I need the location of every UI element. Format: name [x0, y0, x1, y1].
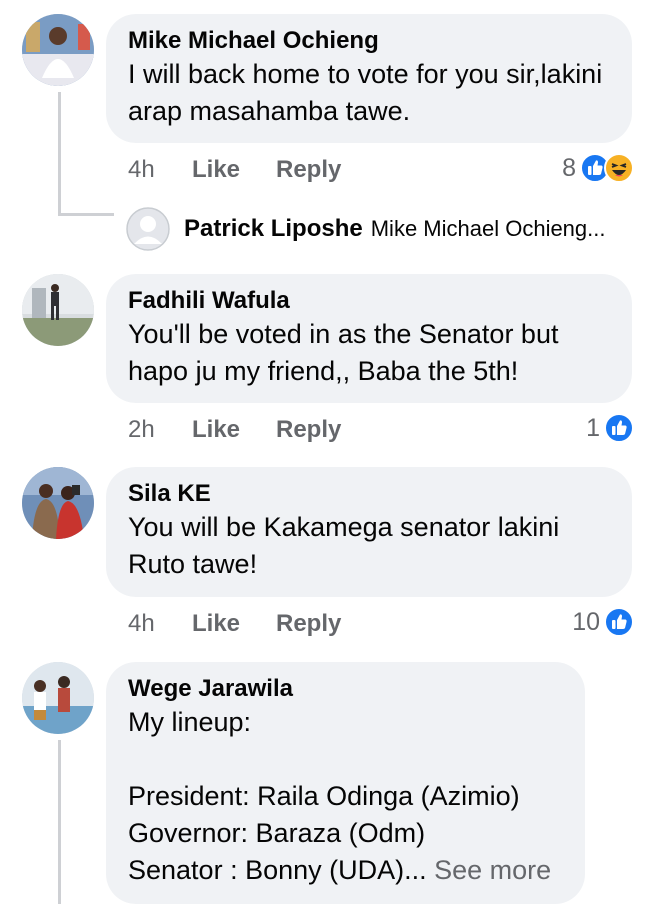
reply-snippet: Mike Michael Ochieng... [370, 216, 606, 241]
avatar[interactable] [22, 467, 94, 539]
comment-timestamp[interactable]: 2h [128, 416, 192, 444]
comment-author[interactable]: Sila KE [128, 479, 608, 509]
comment-bubble: Wege Jarawila My lineup: President: Rail… [106, 662, 585, 904]
reply-author[interactable]: Patrick Liposhe [184, 215, 363, 243]
default-avatar-icon [126, 207, 170, 251]
like-button[interactable]: Like [192, 156, 276, 184]
thread-line [58, 740, 61, 904]
reaction-summary[interactable]: 10 [572, 604, 634, 640]
reaction-summary[interactable]: 1 [586, 410, 634, 446]
reply-button[interactable]: Reply [276, 156, 341, 184]
comment-actions: 4h Like Reply [128, 606, 341, 642]
thread-line-branch [58, 213, 114, 216]
comment-author[interactable]: Wege Jarawila [128, 674, 561, 704]
comment-timestamp[interactable]: 4h [128, 610, 192, 638]
comment-text: I will back home to vote for you sir,lak… [128, 59, 603, 126]
comment-author[interactable]: Mike Michael Ochieng [128, 26, 608, 56]
haha-reaction-icon [604, 153, 634, 183]
avatar[interactable] [22, 274, 94, 346]
reaction-summary[interactable]: 8 [562, 150, 634, 186]
comment-actions: 2h Like Reply [128, 412, 341, 448]
reaction-count: 1 [586, 413, 600, 442]
comment-text: You'll be voted in as the Senator but ha… [128, 319, 559, 386]
reaction-count: 8 [562, 153, 576, 182]
reply-button[interactable]: Reply [276, 416, 341, 444]
thread-line [58, 92, 61, 216]
comment-text: You will be Kakamega senator lakini Ruto… [128, 512, 560, 579]
avatar[interactable] [22, 14, 94, 86]
reaction-count: 10 [572, 607, 600, 636]
comment-timestamp[interactable]: 4h [128, 156, 192, 184]
comment-text: My lineup: President: Raila Odinga (Azim… [128, 704, 561, 889]
comment-author[interactable]: Fadhili Wafula [128, 286, 608, 316]
comment-bubble: Sila KE You will be Kakamega senator lak… [106, 467, 632, 597]
comment-bubble: Mike Michael Ochieng I will back home to… [106, 14, 632, 143]
like-button[interactable]: Like [192, 610, 276, 638]
see-more-link[interactable]: See more [427, 855, 551, 885]
reply-button[interactable]: Reply [276, 610, 341, 638]
like-button[interactable]: Like [192, 416, 276, 444]
comment-actions: 4h Like Reply [128, 152, 341, 188]
like-reaction-icon [604, 413, 634, 443]
reply-preview[interactable]: Patrick Liposhe Mike Michael Ochieng... [126, 206, 606, 252]
avatar[interactable] [22, 662, 94, 734]
comment-bubble: Fadhili Wafula You'll be voted in as the… [106, 274, 632, 403]
like-reaction-icon [604, 607, 634, 637]
